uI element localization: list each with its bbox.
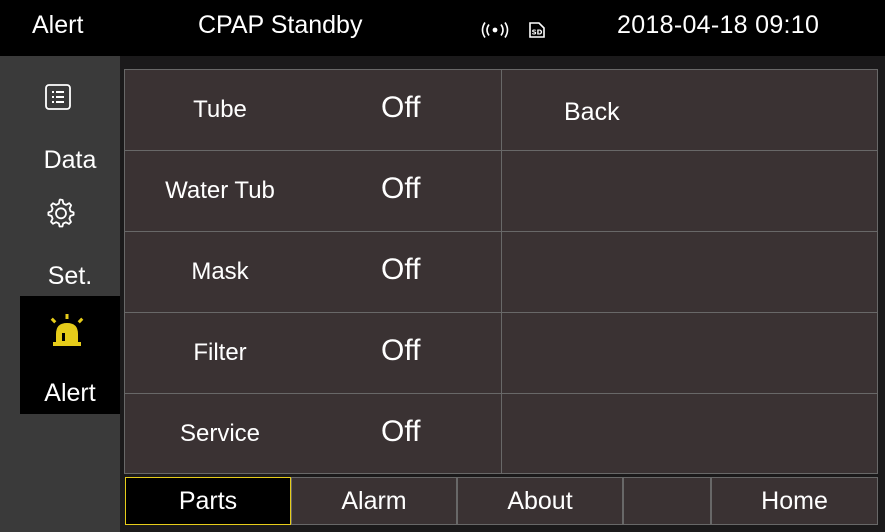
alert-row-label: Mask [191, 258, 249, 285]
alert-toggle-value[interactable]: Off [381, 91, 420, 125]
mode-label: Alert [32, 11, 84, 39]
status-bar: Alert CPAP Standby SD 2018-04-18 09:10 [0, 0, 885, 56]
back-label: Back [564, 98, 620, 126]
tab-about[interactable]: About [457, 477, 623, 525]
sidebar-item-settings[interactable]: Set. [20, 190, 120, 296]
alert-row-label: Filter [193, 339, 247, 366]
device-status: CPAP Standby [198, 11, 363, 39]
alert-row-label: Water Tub [165, 177, 275, 204]
alert-row-mask[interactable]: Mask Off [125, 232, 501, 313]
sidebar-item-data[interactable]: Data [20, 64, 120, 190]
alert-toggle-value[interactable]: Off [381, 415, 420, 449]
tab-alarm[interactable]: Alarm [291, 477, 457, 525]
datetime: 2018-04-18 09:10 [617, 11, 820, 39]
tab-parts[interactable]: Parts [125, 477, 291, 525]
alert-toggle-value[interactable]: Off [381, 253, 420, 287]
alert-toggle-value[interactable]: Off [381, 334, 420, 368]
tab-empty [623, 477, 711, 525]
alert-row-service[interactable]: Service Off [125, 394, 501, 475]
alert-row-filter[interactable]: Filter Off [125, 313, 501, 394]
alert-toggle-value[interactable]: Off [381, 172, 420, 206]
sidebar-item-label: Set. [47, 262, 93, 290]
alert-row-label: Tube [193, 96, 247, 123]
svg-text:SD: SD [532, 29, 543, 37]
alert-settings-panel: Tube Off Water Tub Off Mask Off Filter O… [124, 69, 878, 474]
alarm-light-icon [50, 314, 84, 346]
sd-card-icon: SD [529, 22, 545, 38]
sidebar: Data Set. Alert [0, 56, 120, 532]
home-button[interactable]: Home [711, 477, 878, 525]
list-icon [45, 84, 71, 110]
alert-row-water-tub[interactable]: Water Tub Off [125, 151, 501, 232]
alert-row-label: Service [179, 420, 261, 447]
sidebar-item-label: Data [43, 146, 97, 174]
wifi-signal-icon [481, 22, 509, 38]
sidebar-item-label: Alert [44, 379, 96, 407]
sidebar-item-alert[interactable]: Alert [20, 296, 120, 414]
alert-row-tube[interactable]: Tube Off [125, 70, 501, 151]
gear-icon [47, 198, 75, 228]
back-button[interactable]: Back [502, 70, 877, 150]
